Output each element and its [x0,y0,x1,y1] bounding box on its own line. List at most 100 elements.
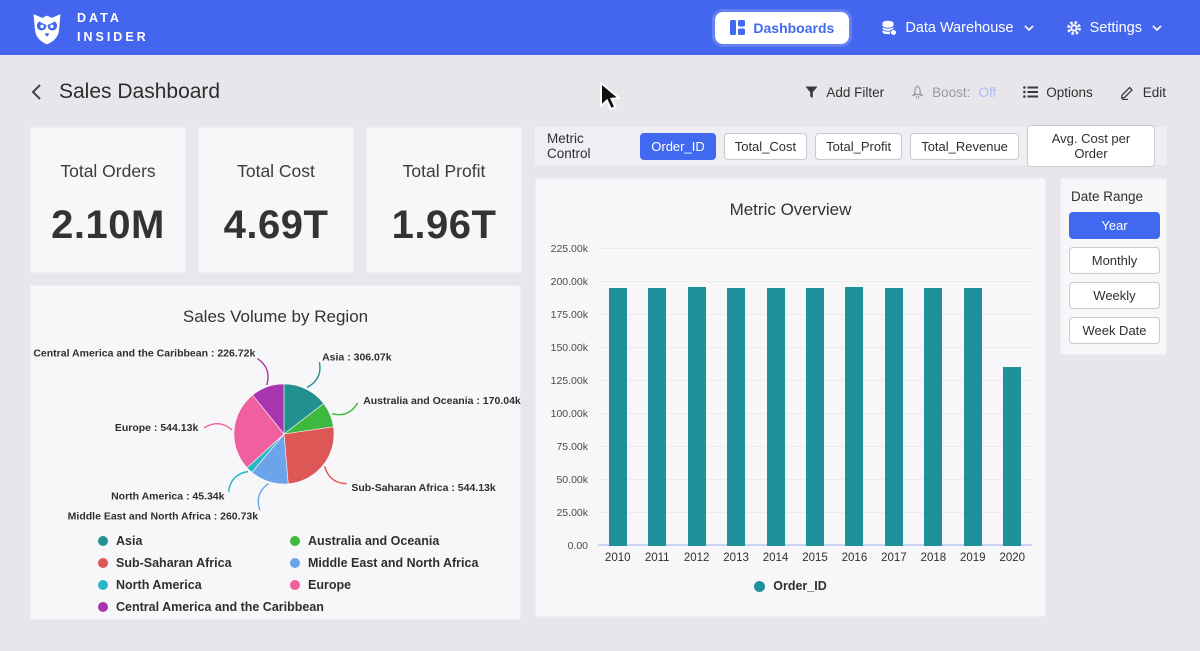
date-range-year-button[interactable]: Year [1069,212,1160,239]
dashboard-icon [730,20,745,35]
legend-label: Middle East and North Africa [308,556,478,570]
pie-leader-line [307,362,320,387]
bar-chart-title: Metric Overview [536,200,1045,220]
kpi-value: 4.69T [224,203,329,248]
x-tick-label: 2014 [756,552,795,564]
bar-2019[interactable] [964,288,982,546]
bar-column [716,249,755,546]
legend-label: Europe [308,578,351,592]
boost-toggle[interactable]: Boost: Off [911,85,996,100]
metric-chip-total-profit[interactable]: Total_Profit [815,133,902,160]
nav-dashboards-button[interactable]: Dashboards [715,12,849,44]
legend-item[interactable]: North America [98,578,288,592]
header-actions: Add Filter Boost: Off [805,85,1166,100]
bar-2012[interactable] [688,287,706,546]
legend-dot [290,580,300,590]
pie-leader-line [229,472,248,492]
metric-chip-order-id[interactable]: Order_ID [640,133,715,160]
y-tick-label: 75.00k [556,441,588,453]
legend-dot [290,536,300,546]
legend-dot [98,536,108,546]
date-range-week-date-button[interactable]: Week Date [1069,317,1160,344]
back-button[interactable] [30,83,43,101]
pie-chart-title: Sales Volume by Region [31,307,520,327]
metric-chip-total-cost[interactable]: Total_Cost [724,133,807,160]
pie-slice-label: Australia and Oceania : 170.04k [363,395,521,407]
y-tick-label: 0.00 [568,540,588,552]
legend-dot [98,602,108,612]
metric-chip-avg-cost[interactable]: Avg. Cost per Order [1027,125,1155,167]
legend-item[interactable]: Australia and Oceania [290,534,478,548]
chevron-down-icon [1152,25,1162,31]
pie-plot: Asia : 306.07kAustralia and Oceania : 17… [31,326,522,534]
x-tick-label: 2019 [953,552,992,564]
y-tick-label: 125.00k [551,375,588,387]
owl-logo-icon [28,9,66,47]
bar-column [953,249,992,546]
app-logo[interactable]: DATA INSIDER [28,9,149,47]
x-tick-label: 2010 [598,552,637,564]
kpi-card-total-orders: Total Orders 2.10M [30,127,186,273]
bar-2015[interactable] [806,288,824,546]
bar-2017[interactable] [885,288,903,546]
bar-2020[interactable] [1003,367,1021,546]
bar-2010[interactable] [609,288,627,546]
bar-2018[interactable] [924,288,942,546]
bar-2011[interactable] [648,288,666,546]
options-button[interactable]: Options [1023,85,1093,100]
x-tick-label: 2017 [874,552,913,564]
pie-slice[interactable] [284,427,334,484]
bar-2016[interactable] [845,287,863,546]
legend-label: Sub-Saharan Africa [116,556,232,570]
legend-item[interactable]: Asia [98,534,288,548]
bar-column [835,249,874,546]
nav-data-warehouse[interactable]: Data Warehouse [881,20,1033,36]
x-tick-label: 2012 [677,552,716,564]
legend-item[interactable]: Sub-Saharan Africa [98,556,288,570]
x-tick-label: 2013 [716,552,755,564]
date-range-monthly-button[interactable]: Monthly [1069,247,1160,274]
kpi-value: 2.10M [51,203,165,248]
y-tick-label: 25.00k [556,507,588,519]
legend-item[interactable]: Central America and the Caribbean [98,600,288,614]
app-name: DATA INSIDER [77,9,149,45]
pie-slice-label: Sub-Saharan Africa : 544.13k [351,482,495,494]
metric-overview-card: Metric Overview 0.00 25.00k 50.00k 75.00k 10… [535,178,1046,617]
bar-chart-legend[interactable]: Order_ID [536,579,1045,593]
kpi-row: Total Orders 2.10M Total Cost 4.69T Tota… [30,127,522,273]
pie-slice-label: Middle East and North Africa : 260.73k [68,511,259,523]
bar-column [795,249,834,546]
legend-item[interactable]: Middle East and North Africa [290,556,478,570]
date-range-panel: Date Range Year Monthly Weekly Week Date [1060,178,1167,355]
pencil-icon [1120,85,1135,100]
rocket-icon [911,85,924,100]
x-tick-label: 2018 [914,552,953,564]
bar-2014[interactable] [767,288,785,546]
pie-leader-line [258,484,268,511]
kpi-card-total-profit: Total Profit 1.96T [366,127,522,273]
x-tick-label: 2016 [835,552,874,564]
nav-settings[interactable]: Settings [1066,20,1162,36]
legend-dot [290,558,300,568]
filter-icon [805,86,818,99]
legend-label: Australia and Oceania [308,534,439,548]
metric-chip-total-revenue[interactable]: Total_Revenue [910,133,1019,160]
page-title: Sales Dashboard [59,80,220,104]
date-range-weekly-button[interactable]: Weekly [1069,282,1160,309]
legend-label: Central America and the Caribbean [116,600,324,614]
y-tick-label: 50.00k [556,474,588,486]
legend-dot [754,581,765,592]
bar-column [993,249,1032,546]
boost-state: Off [978,85,996,100]
y-tick-label: 100.00k [551,408,588,420]
list-icon [1023,86,1038,98]
kpi-label: Total Profit [403,161,486,182]
y-tick-label: 200.00k [551,276,588,288]
page-header: Sales Dashboard Add Filter Boost: Off [30,74,1166,110]
add-filter-button[interactable]: Add Filter [805,85,884,100]
legend-label: Asia [116,534,142,548]
edit-button[interactable]: Edit [1120,85,1166,100]
legend-item[interactable]: Europe [290,578,478,592]
bar-2013[interactable] [727,288,745,546]
database-icon [881,20,897,36]
